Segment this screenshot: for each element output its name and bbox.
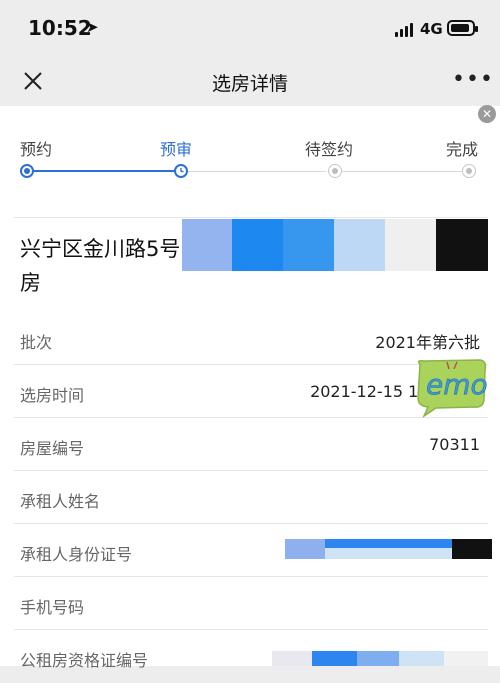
more-icon: •••	[452, 67, 494, 92]
step-pending-dot	[462, 164, 476, 178]
redacted-id-image	[285, 539, 492, 559]
step-done-dot	[20, 164, 34, 178]
status-time: 10:52	[28, 16, 92, 40]
redacted-cert-image	[272, 651, 488, 666]
detail-label: 承租人姓名	[20, 492, 101, 511]
step-label-review: 预审	[160, 140, 193, 159]
progress-steps: 预约 预审 待签约 完成	[0, 106, 500, 206]
detail-row-tenant-name: 承租人姓名	[0, 471, 500, 524]
detail-value: 70311	[429, 435, 480, 454]
redacted-image	[182, 219, 488, 271]
detail-label: 房屋编号	[20, 439, 85, 458]
house-address: 兴宁区金川路5号房	[20, 237, 181, 295]
detail-label: 手机号码	[20, 598, 85, 617]
progress-track	[342, 171, 462, 172]
step-label-appointment: 预约	[20, 140, 53, 159]
close-icon[interactable]: ✕	[478, 105, 496, 123]
detail-label: 承租人身份证号	[20, 545, 133, 564]
divider	[14, 217, 488, 218]
progress-track-done	[34, 170, 174, 172]
page-title: 选房详情	[211, 73, 288, 95]
detail-value: 2021年第六批	[375, 333, 480, 352]
progress-track	[188, 171, 326, 172]
signal-icon	[395, 23, 415, 37]
step-label-complete: 完成	[446, 140, 479, 159]
sticker-text: emo	[426, 368, 488, 401]
step-pending-dot	[328, 164, 342, 178]
clock-icon	[174, 164, 188, 178]
detail-label: 选房时间	[20, 386, 85, 405]
battery-icon	[447, 20, 478, 36]
nav-bar: 选房详情 •••	[0, 58, 500, 104]
detail-row-phone: 手机号码	[0, 577, 500, 630]
detail-label: 公租房资格证编号	[20, 651, 149, 670]
detail-row-house-number: 房屋编号 70311	[0, 418, 500, 471]
detail-label: 批次	[20, 333, 53, 352]
status-bar: 10:52 ➤ 4G	[0, 0, 500, 58]
more-button[interactable]: •••	[452, 69, 493, 91]
location-arrow-icon: ➤	[86, 18, 99, 36]
emo-sticker: emo	[417, 359, 488, 418]
network-type: 4G	[420, 20, 443, 38]
step-label-signing: 待签约	[305, 140, 354, 159]
